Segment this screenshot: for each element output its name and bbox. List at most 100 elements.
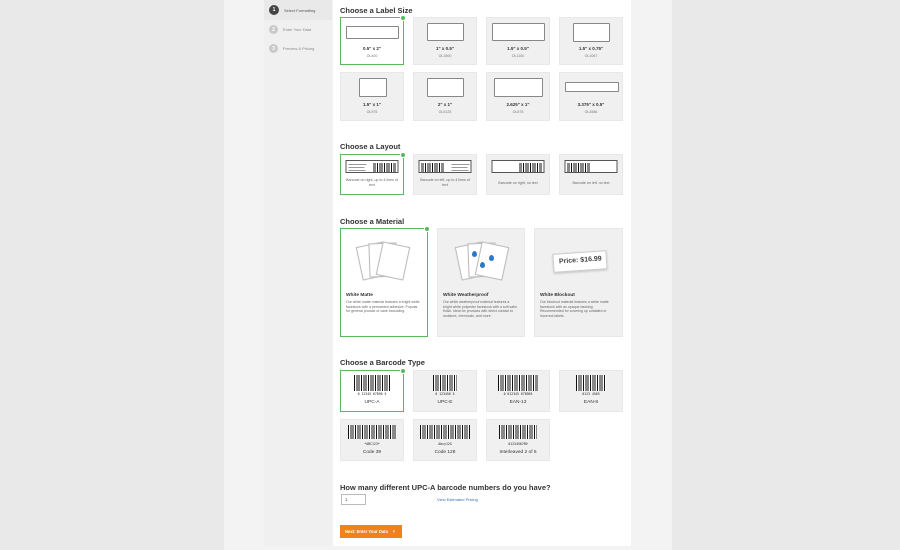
layout-label: Barcode on right, up to 4 lines of text [346, 178, 398, 187]
layout-card-2[interactable]: Barcode on right, no text [486, 154, 550, 195]
label-shape [573, 23, 610, 42]
barcode-digits: 0123456789 [508, 442, 528, 446]
step-1[interactable]: 1 Select Formatting [269, 5, 315, 15]
label-size-card-5[interactable]: 2" x 1" OL5125 [413, 72, 477, 121]
barcode-type-name: Code 128 [434, 450, 456, 455]
label-sheet-graphic [474, 241, 510, 281]
barcode-graphic: 0 12345 67890 5 [346, 375, 398, 396]
label-code-text: OL1067 [584, 54, 598, 58]
barcode-digits: 0 123456 5 [435, 392, 455, 396]
barcode-digits: 0123 4565 [582, 392, 600, 396]
label-shape [492, 23, 545, 41]
barcode-bars [354, 375, 390, 391]
barcode-type-card-5[interactable]: Abcy12G Code 128 [413, 419, 477, 461]
label-size-text: 1.5" x 0.75" [578, 46, 604, 51]
barcode-type-heading: Choose a Barcode Type [340, 358, 425, 367]
label-shape [565, 82, 619, 92]
text-line [451, 170, 469, 171]
step-label: Enter Your Data [283, 27, 312, 32]
barcode-graphic: Abcy12G [420, 425, 470, 446]
next-button[interactable]: Next: Enter Your Data › [340, 525, 402, 538]
barcode-type-card-4[interactable]: *ABC123* Code 39 [340, 419, 404, 461]
barcode-bars [433, 375, 457, 391]
material-title: White Weatherproof [443, 293, 489, 298]
label-size-card-2[interactable]: 1.5" x 0.5" OL1100 [486, 17, 550, 65]
text-line [348, 170, 366, 171]
barcode-graphic [567, 163, 591, 172]
barcode-type-name: EAN-8 [583, 400, 599, 405]
barcode-graphic: *ABC123* [348, 425, 396, 446]
layout-preview [564, 160, 618, 173]
quantity-question: How many different UPC-A barcode numbers… [340, 483, 551, 492]
estimated-pricing-link[interactable]: View Estimated Pricing [437, 497, 478, 502]
label-size-card-3[interactable]: 1.5" x 0.75" OL1067 [559, 17, 623, 65]
barcode-bars [576, 375, 606, 391]
barcode-type-name: Interleaved 2 of 5 [499, 450, 537, 455]
label-code-text: OL4586 [584, 110, 598, 114]
material-card-1[interactable]: White Weatherproof Our white weatherproo… [437, 228, 525, 337]
steps-sidebar: 1 Select Formatting 2 Enter Your Data 3 … [264, 0, 332, 546]
label-shape [359, 78, 387, 97]
selected-check-icon [424, 226, 430, 232]
selected-check-icon [400, 368, 406, 374]
chevron-right-icon: › [392, 528, 395, 535]
quantity-input[interactable]: 1 [341, 494, 366, 505]
selected-check-icon [400, 152, 406, 158]
material-title: White Matte [346, 293, 373, 298]
barcode-type-card-1[interactable]: 0 123456 5 UPC-E [413, 370, 477, 412]
layout-label: Barcode on left, up to 4 lines of text [420, 178, 470, 187]
step-label: Preview & Pricing [283, 46, 315, 51]
barcode-type-name: EAN-13 [509, 400, 527, 405]
layout-card-3[interactable]: Barcode on left, no text [559, 154, 623, 195]
label-shape [427, 23, 464, 41]
water-drop-icon [489, 255, 494, 261]
barcode-graphic: 0123456789 [499, 425, 537, 446]
text-line [451, 167, 468, 168]
barcode-bars [348, 425, 396, 439]
label-shape [494, 78, 543, 97]
barcode-type-card-2[interactable]: 0 012345 678905 EAN-13 [486, 370, 550, 412]
layout-heading: Choose a Layout [340, 142, 401, 151]
layout-preview [491, 160, 545, 173]
layout-card-1[interactable]: Barcode on left, up to 4 lines of text [413, 154, 477, 195]
label-code-text: OL1500 [438, 54, 452, 58]
label-size-text: 2.625" x 1" [506, 102, 530, 107]
label-code-text: OL5125 [438, 110, 452, 114]
barcode-digits: Abcy12G [438, 442, 452, 446]
barcode-graphic: 0 012345 678905 [492, 375, 544, 396]
material-card-2[interactable]: Price: $16.99 White Blockout Our blockou… [534, 228, 623, 337]
label-code-text: OL400 [366, 54, 378, 58]
selected-check-icon [400, 15, 406, 21]
material-description: Our white matte material features a brig… [346, 300, 420, 314]
step-2[interactable]: 2 Enter Your Data [269, 25, 311, 34]
label-shape [427, 78, 464, 97]
price-tag-text: Price: $16.99 [558, 255, 602, 266]
layout-label: Barcode on right, no text [498, 181, 538, 185]
barcode-graphic [421, 163, 445, 172]
step-3[interactable]: 3 Preview & Pricing [269, 44, 314, 53]
label-size-text: 1" x 0.5" [435, 46, 455, 51]
label-size-card-4[interactable]: 1.5" x 1" OL975 [340, 72, 404, 121]
label-size-heading: Choose a Label Size [340, 6, 413, 15]
barcode-graphic: 0 123456 5 [425, 375, 465, 396]
barcode-type-card-0[interactable]: 0 12345 67890 5 UPC-A [340, 368, 406, 412]
label-code-text: OL875 [512, 110, 524, 114]
layout-preview [418, 160, 472, 173]
layout-card-0[interactable]: Barcode on right, up to 4 lines of text [340, 152, 406, 195]
material-description: Our white weatherproof material features… [443, 300, 517, 318]
material-card-0[interactable]: White Matte Our white matte material fea… [340, 226, 430, 337]
label-shape [346, 26, 399, 39]
label-size-card-6[interactable]: 2.625" x 1" OL875 [486, 72, 550, 121]
step-number: 3 [269, 44, 278, 53]
label-size-card-1[interactable]: 1" x 0.5" OL1500 [413, 17, 477, 65]
label-size-card-7[interactable]: 3.375" x 0.5" OL4586 [559, 72, 623, 121]
barcode-digits: 0 012345 678905 [503, 392, 533, 396]
barcode-type-name: UPC-E [437, 400, 453, 405]
barcode-type-card-6[interactable]: 0123456789 Interleaved 2 of 5 [486, 419, 550, 461]
material-description: Our blockout material features a white m… [540, 300, 609, 318]
material-heading: Choose a Material [340, 217, 405, 226]
label-size-card-0[interactable]: 0.5" x 2" OL400 [340, 15, 406, 65]
barcode-type-card-3[interactable]: 0123 4565 EAN-8 [559, 370, 623, 412]
material-title: White Blockout [540, 293, 575, 298]
next-button-label: Next: Enter Your Data [345, 529, 388, 534]
